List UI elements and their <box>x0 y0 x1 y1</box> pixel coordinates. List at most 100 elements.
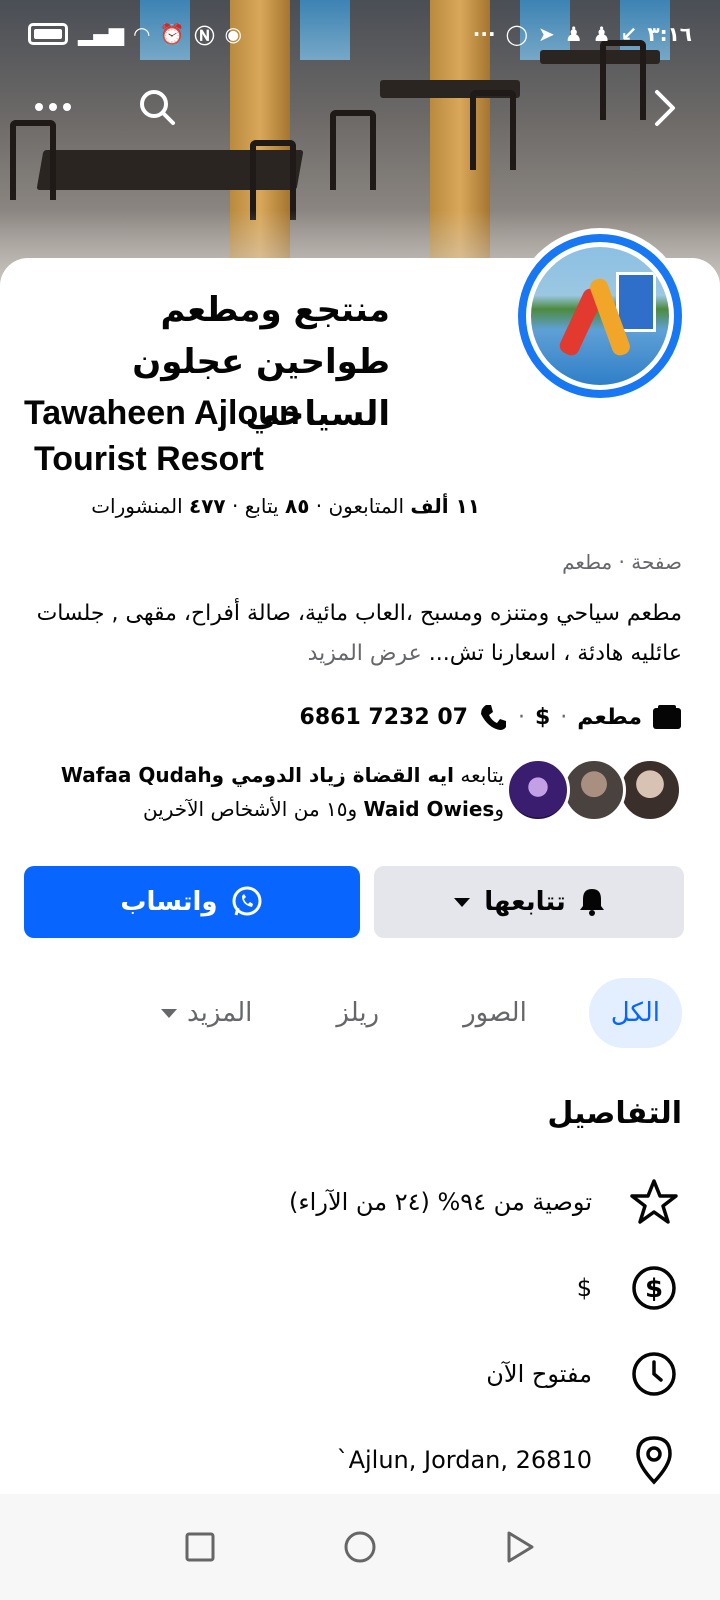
back-nav-button[interactable] <box>500 1527 540 1567</box>
friends-follow-text: يتابعه ايه القضاة زياد الدومي وWafaa Qud… <box>24 758 504 826</box>
more-dots-icon <box>35 103 71 111</box>
tab-reels-label: ريلز <box>336 998 380 1028</box>
search-button[interactable] <box>136 86 178 128</box>
category-icon <box>653 705 681 729</box>
caret-down-icon <box>160 1009 177 1018</box>
page-category: صفحة · مطعم <box>562 550 682 574</box>
eye-icon: ◉ <box>224 22 242 46</box>
svg-text:$: $ <box>645 1274 663 1304</box>
circle-icon <box>344 1531 376 1563</box>
more-notifications-icon: ··· <box>472 22 496 46</box>
phone-number[interactable]: 6861 7232 07 <box>300 705 468 730</box>
square-icon <box>185 1532 215 1562</box>
home-button[interactable] <box>340 1527 380 1567</box>
tab-photos-label: الصور <box>463 998 527 1028</box>
location-pin-icon <box>626 1432 682 1488</box>
cover-chair <box>10 120 56 200</box>
info-separator: · <box>560 704 568 730</box>
profile-picture-ring <box>518 234 682 398</box>
stats-separator: · <box>232 494 239 518</box>
details-heading: التفاصيل <box>547 1096 682 1131</box>
address-text: `Ajlun, Jordan, 26810 <box>336 1446 592 1474</box>
bell-icon <box>579 889 604 916</box>
whatsapp-icon <box>232 886 262 916</box>
following-count[interactable]: ٨٥ <box>285 494 309 518</box>
triangle-icon <box>507 1531 534 1563</box>
alarm-icon: ⏰ <box>159 22 185 46</box>
cover-chair <box>330 110 376 190</box>
snapchat-icon: ♟ <box>564 22 583 46</box>
friends-follow-section[interactable]: يتابعه ايه القضاة زياد الدومي وWafaa Qud… <box>24 758 682 824</box>
page-info-line: مطعم · $ · 6861 7232 07 <box>300 702 682 732</box>
whatsapp-button[interactable]: واتساب <box>24 866 360 938</box>
page-stats: ١١ ألف المتابعون · ٨٥ يتابع · ٤٧٧ المنشو… <box>20 494 480 518</box>
whatsapp-label: واتساب <box>120 887 218 917</box>
rating-text: توصية من ٩٤% (٢٤ من الآراء) <box>289 1188 592 1216</box>
search-icon <box>140 90 175 125</box>
cover-chair <box>470 90 516 170</box>
page-title-en-line1: Tawaheen Ajloun <box>24 394 300 432</box>
page-description: مطعم سياحي ومتنزه ومسبح ،العاب مائية، صا… <box>24 594 682 674</box>
following-label: تتابعها <box>484 887 566 917</box>
page-title-en-line2: Tourist Resort <box>34 440 264 478</box>
phone-icon <box>480 705 506 730</box>
tab-all[interactable]: الكل <box>588 978 682 1048</box>
status-bar-left: ▂▄▆ ◠ ⏰ Ⓝ ◉ <box>28 20 242 49</box>
profile-picture-image <box>531 247 669 385</box>
friend-name-wafaa[interactable]: Wafaa Qudah <box>61 763 212 787</box>
friend-avatar <box>506 758 570 822</box>
stats-separator: · <box>315 494 323 518</box>
status-bar-right: ··· ◯ ➤ ♟ ♟ ↙ ٣:١٦ <box>473 22 692 46</box>
telegram-icon: ➤ <box>537 22 555 46</box>
snapchat-icon: ♟ <box>592 22 611 46</box>
status-time: ٣:١٦ <box>647 22 692 46</box>
following-label[interactable]: يتابع <box>245 494 279 518</box>
friends-names[interactable]: ايه القضاة زياد الدومي و <box>212 763 454 787</box>
signal-icon: ▂▄▆ <box>78 22 125 46</box>
friend-name-waid[interactable]: Waid Owies <box>364 797 495 821</box>
wifi-icon: ◠ <box>134 22 150 46</box>
detail-address[interactable]: `Ajlun, Jordan, 26810 <box>24 1430 682 1490</box>
followers-count[interactable]: ١١ ألف <box>410 494 480 518</box>
following-button[interactable]: تتابعها <box>374 866 684 938</box>
page-title-english: Tawaheen Ajloun Tourist Resort <box>24 390 300 482</box>
tab-all-label: الكل <box>610 998 660 1028</box>
status-bar: ▂▄▆ ◠ ⏰ Ⓝ ◉ ··· ◯ ➤ ♟ ♟ ↙ ٣:١٦ <box>28 18 692 50</box>
battery-icon <box>28 23 68 45</box>
info-category: مطعم <box>577 704 642 730</box>
profile-tabs: الكل الصور ريلز المزيد <box>24 978 682 1048</box>
detail-rating[interactable]: توصية من ٩٤% (٢٤ من الآراء) <box>24 1172 682 1232</box>
cover-chair <box>250 140 296 220</box>
star-icon <box>626 1174 682 1230</box>
friends-suffix: و١٥ من الأشخاص الآخرين <box>142 797 358 821</box>
friend-avatar <box>618 758 682 822</box>
price-text: $ <box>576 1274 592 1302</box>
friends-conj: و <box>494 797 504 821</box>
posts-label[interactable]: المنشورات <box>91 494 182 518</box>
missed-call-icon: ↙ <box>620 22 638 46</box>
tab-photos[interactable]: الصور <box>441 978 549 1048</box>
friend-avatars <box>506 758 682 824</box>
tab-more[interactable]: المزيد <box>137 978 274 1048</box>
tab-reels[interactable]: ريلز <box>314 978 401 1048</box>
hours-text: مفتوح الآن <box>486 1360 592 1388</box>
posts-count[interactable]: ٤٧٧ <box>189 494 226 518</box>
whatsapp-icon: ◯ <box>505 22 528 46</box>
system-navigation-bar <box>0 1494 720 1600</box>
detail-hours[interactable]: مفتوح الآن <box>24 1344 682 1404</box>
friends-prefix: يتابعه <box>460 763 504 787</box>
recents-button[interactable] <box>180 1527 220 1567</box>
nfc-icon: Ⓝ <box>194 23 215 48</box>
back-button[interactable] <box>644 86 684 130</box>
chevron-right-icon <box>655 90 675 126</box>
followers-label[interactable]: المتابعون <box>328 494 404 518</box>
tab-more-label: المزيد <box>186 998 253 1028</box>
profile-picture[interactable] <box>512 228 688 404</box>
cover-chair <box>600 40 646 120</box>
info-separator: · <box>517 704 525 730</box>
dollar-circle-icon: $ <box>626 1260 682 1316</box>
more-options-button[interactable] <box>30 84 76 130</box>
info-price: $ <box>534 704 551 730</box>
detail-price: $ $ <box>24 1258 682 1318</box>
see-more-link[interactable]: عرض المزيد <box>308 641 422 666</box>
